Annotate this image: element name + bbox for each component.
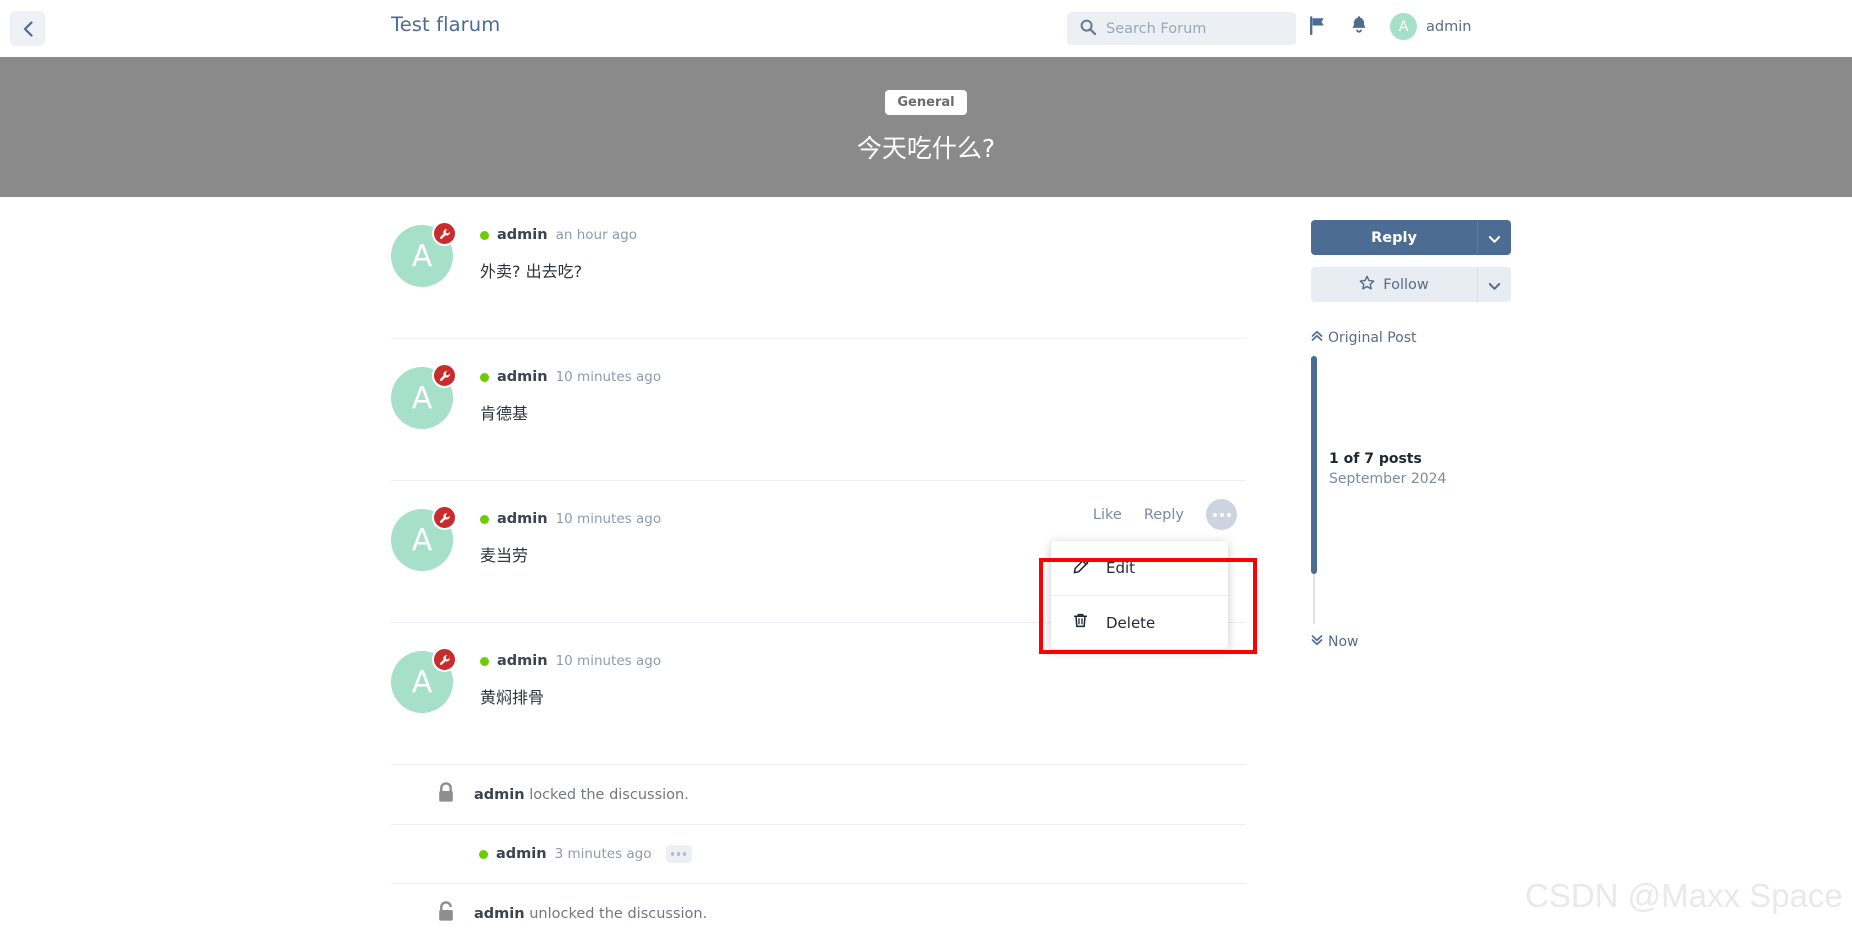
flag-icon[interactable] [1308, 16, 1327, 39]
post-text: 外卖? 出去吃? [480, 262, 583, 281]
ellipsis-icon[interactable] [1206, 499, 1237, 530]
post-text: 肯德基 [480, 404, 529, 423]
reply-button[interactable]: Reply [1311, 220, 1477, 255]
app-header: Test flarum A admin [0, 0, 1852, 57]
trash-icon [1072, 612, 1089, 633]
event-actor: admin [474, 786, 525, 803]
ellipsis-icon[interactable] [665, 845, 692, 863]
post-body: admin 10 minutes ago 肯德基 [480, 369, 1246, 426]
caret-down-icon [1488, 275, 1501, 294]
user-menu-button[interactable]: A admin [1390, 13, 1471, 40]
post-text: 黄焖排骨 [480, 688, 545, 707]
pencil-icon [1072, 558, 1089, 579]
post-time[interactable]: an hour ago [556, 227, 637, 243]
scrubber-handle[interactable] [1311, 356, 1317, 574]
post-item: A admin 10 minutes ago 麦当劳 Like Reply Ed… [391, 481, 1246, 649]
event-message: locked the discussion. [529, 786, 689, 803]
event-row-locked: admin locked the discussion. [391, 765, 1246, 825]
mini-post-row: admin 3 minutes ago [391, 825, 1246, 884]
post-scrubber[interactable]: Original Post 1 of 7 posts September 202… [1311, 330, 1511, 650]
event-text: admin unlocked the discussion. [474, 906, 707, 922]
user-name: admin [1426, 18, 1472, 35]
post-controls-dropdown: Edit Delete [1051, 541, 1228, 649]
menu-item-delete[interactable]: Delete [1051, 595, 1228, 649]
back-button[interactable] [10, 11, 45, 46]
search-box[interactable] [1067, 12, 1296, 45]
discussion-sidebar: Reply Follow Original Post 1 of 7 posts … [1311, 220, 1511, 650]
lock-open-icon [436, 900, 456, 927]
post-avatar-wrap: A [391, 363, 457, 429]
discussion-title: 今天吃什么? [856, 133, 996, 163]
online-status-dot [480, 372, 489, 382]
post-meta: admin 10 minutes ago [480, 653, 1246, 669]
post-item: A admin an hour ago 外卖? 出去吃? [391, 197, 1246, 339]
scrubber-jump-to-original[interactable]: Original Post [1311, 330, 1511, 346]
event-message: unlocked the discussion. [529, 905, 708, 922]
post-author[interactable]: admin [497, 369, 548, 385]
scrubber-bottom-label: Now [1328, 634, 1359, 650]
discussion-hero: General 今天吃什么? [0, 57, 1852, 197]
post-avatar-wrap: A [391, 647, 457, 713]
search-icon [1080, 19, 1097, 39]
avatar: A [1390, 13, 1417, 40]
scrubber-top-label: Original Post [1328, 330, 1417, 346]
post-time[interactable]: 10 minutes ago [556, 511, 662, 527]
wrench-icon [432, 505, 457, 530]
online-status-dot [479, 849, 488, 859]
post-avatar-wrap: A [391, 221, 457, 287]
follow-button-group: Follow [1311, 267, 1511, 302]
post-meta: admin 10 minutes ago [480, 369, 1246, 385]
chevron-double-up-icon [1311, 330, 1323, 346]
event-row-unlocked: admin unlocked the discussion. [391, 884, 1246, 935]
forum-title[interactable]: Test flarum [391, 13, 500, 36]
event-actor: admin [474, 905, 525, 922]
post-avatar-wrap: A [391, 505, 457, 571]
follow-button-label: Follow [1383, 276, 1429, 293]
reply-button-group: Reply [1311, 220, 1511, 255]
follow-button[interactable]: Follow [1311, 267, 1477, 302]
star-icon [1359, 275, 1375, 295]
scrubber-post-count: 1 of 7 posts [1329, 451, 1422, 467]
follow-dropdown-toggle[interactable] [1477, 267, 1511, 302]
post-body: admin an hour ago 外卖? 出去吃? [480, 227, 1246, 284]
wrench-icon [432, 647, 457, 672]
lock-closed-icon [436, 781, 456, 808]
post-action-bar: Like Reply [1093, 499, 1237, 530]
menu-item-label: Delete [1106, 613, 1156, 632]
post-author[interactable]: admin [496, 846, 547, 862]
caret-down-icon [1488, 228, 1501, 247]
reply-dropdown-toggle[interactable] [1477, 220, 1511, 255]
chevron-double-down-icon [1311, 634, 1323, 650]
chevron-left-icon [23, 20, 33, 37]
event-text: admin locked the discussion. [474, 787, 689, 803]
like-button[interactable]: Like [1093, 507, 1122, 523]
watermark: CSDN @Maxx Space [1525, 877, 1843, 914]
scrubber-rail[interactable]: 1 of 7 posts September 2024 [1311, 356, 1446, 624]
online-status-dot [480, 230, 489, 240]
wrench-icon [432, 363, 457, 388]
scrubber-date: September 2024 [1329, 471, 1447, 487]
tag-badge[interactable]: General [885, 89, 967, 115]
scrubber-info: 1 of 7 posts September 2024 [1329, 451, 1446, 487]
post-body: admin 10 minutes ago 黄焖排骨 [480, 653, 1246, 710]
post-time[interactable]: 10 minutes ago [556, 653, 662, 669]
post-author[interactable]: admin [497, 227, 548, 243]
scrubber-jump-to-now[interactable]: Now [1311, 634, 1511, 650]
online-status-dot [480, 514, 489, 524]
reply-button[interactable]: Reply [1144, 507, 1184, 523]
wrench-icon [432, 221, 457, 246]
online-status-dot [480, 656, 489, 666]
search-input[interactable] [1106, 20, 1276, 37]
post-author[interactable]: admin [497, 511, 548, 527]
post-author[interactable]: admin [497, 653, 548, 669]
bell-notification-icon[interactable] [1350, 16, 1368, 39]
post-item: A admin 10 minutes ago 肯德基 [391, 339, 1246, 481]
menu-item-edit[interactable]: Edit [1051, 541, 1228, 595]
post-stream: A admin an hour ago 外卖? 出去吃? A admin 10 … [391, 197, 1246, 935]
post-time[interactable]: 3 minutes ago [555, 846, 652, 862]
menu-item-label: Edit [1106, 559, 1136, 577]
post-meta: admin an hour ago [480, 227, 1246, 243]
post-time[interactable]: 10 minutes ago [556, 369, 662, 385]
